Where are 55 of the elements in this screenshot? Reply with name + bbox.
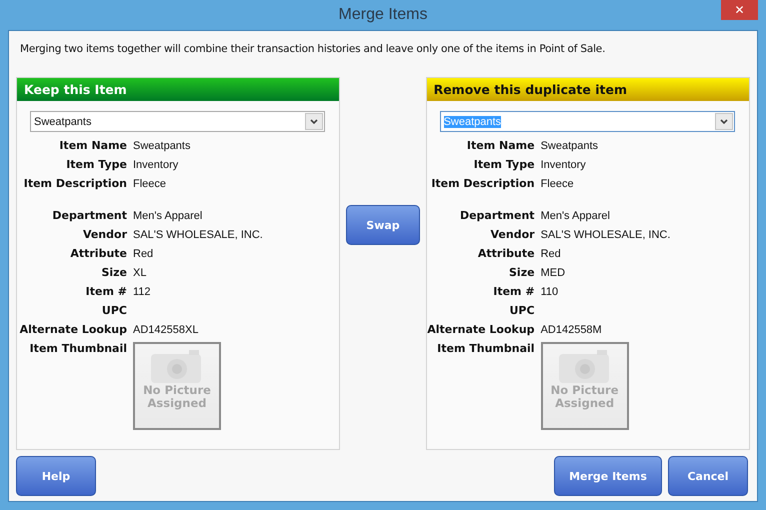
field-value: AD142558M	[540, 324, 602, 336]
field-value: MED	[540, 266, 566, 278]
panel-header: Keep this Item	[17, 78, 340, 101]
swap-button[interactable]: Swap	[346, 205, 420, 245]
thumbnail-text: No Picture Assigned	[550, 384, 620, 410]
field-label: Attribute	[476, 247, 535, 260]
field-value: Inventory	[133, 158, 178, 170]
field-label: Item Type	[65, 158, 127, 171]
field-value: Red	[133, 248, 154, 260]
thumbnail-text: No Picture Assigned	[142, 384, 212, 410]
field-value: XL	[133, 266, 146, 278]
close-button[interactable]: ✕	[721, 0, 758, 20]
chevron-down-icon	[715, 113, 733, 130]
field-value: Sweatpants	[540, 140, 598, 152]
field-label: UPC	[100, 304, 127, 317]
intro-text: Merging two items together will combine their transaction histories and leave only one of the items in Point of Sale.	[20, 43, 606, 57]
field-label: Item #	[84, 285, 127, 298]
item-dropdown[interactable]: Sweatpants	[30, 111, 326, 132]
field-label: Size	[508, 266, 535, 279]
field-label: Department	[458, 209, 535, 222]
field-label: Department	[51, 209, 127, 222]
help-button[interactable]: Help	[16, 456, 96, 496]
field-label: Attribute	[69, 247, 127, 260]
field-value: AD142558XL	[133, 324, 198, 336]
field-label: Item Thumbnail	[436, 342, 535, 355]
field-value: Fleece	[540, 178, 574, 190]
field-value: SAL'S WHOLESALE, INC.	[540, 228, 670, 240]
field-value: Inventory	[540, 158, 586, 170]
field-label: Vendor	[490, 228, 535, 241]
field-label: Item #	[492, 285, 535, 298]
field-value: Fleece	[133, 178, 166, 190]
item-dropdown[interactable]: Sweatpants	[440, 111, 735, 132]
merge-button[interactable]: Merge Items	[554, 456, 662, 496]
field-label: Item Description	[430, 177, 535, 190]
field-label: Item Thumbnail	[28, 342, 127, 355]
field-label: UPC	[508, 304, 535, 317]
field-label: Size	[100, 266, 127, 279]
field-value: Red	[540, 248, 561, 260]
field-value: Men's Apparel	[133, 210, 202, 222]
cancel-button[interactable]: Cancel	[668, 456, 748, 496]
field-value: 110	[540, 286, 558, 298]
panel-header: Remove this duplicate item	[426, 78, 749, 101]
field-value: Sweatpants	[133, 140, 190, 152]
field-value: SAL'S WHOLESALE, INC.	[133, 228, 263, 240]
field-value: Men's Apparel	[540, 210, 610, 222]
field-label: Alternate Lookup	[426, 323, 535, 336]
field-label: Item Description	[22, 177, 127, 190]
field-label: Item Name	[58, 139, 127, 152]
chevron-down-icon	[305, 113, 324, 130]
window-title: Merge Items	[338, 6, 428, 24]
field-label: Vendor	[82, 228, 127, 241]
field-label: Alternate Lookup	[18, 323, 127, 336]
field-label: Item Type	[472, 158, 535, 171]
field-label: Item Name	[466, 139, 535, 152]
field-value: 112	[133, 286, 151, 298]
